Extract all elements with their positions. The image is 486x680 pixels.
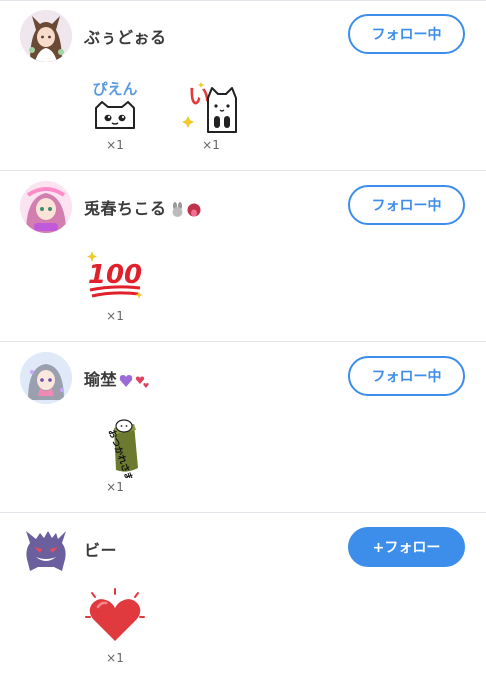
hundred-points-stamp-icon: 100 [87, 251, 143, 299]
stamp-item: ×1 [84, 587, 150, 665]
username[interactable]: 兎春ちこる [84, 195, 203, 219]
stamp-item: い ×1 [180, 74, 246, 152]
stamp-item: おつかれさま ×1 [84, 416, 150, 494]
stamp-text: ぴえん [92, 80, 137, 98]
cat-pien-stamp-icon: ぴえん [92, 80, 138, 129]
stamp-count: ×1 [106, 138, 124, 152]
stamp-count: ×1 [202, 138, 220, 152]
user-avatar[interactable] [20, 10, 72, 62]
username[interactable]: 瑜埜 [84, 366, 151, 390]
username-text: ぶぅどぉる [84, 28, 167, 47]
purple-heart-emoji-icon [119, 374, 149, 388]
username-text: ビー [84, 541, 118, 560]
stamp-item: 100 ×1 [84, 245, 150, 323]
user-avatar[interactable] [20, 181, 72, 233]
username[interactable]: ビー [84, 537, 117, 561]
cat-i-stamp-icon: い [182, 82, 237, 133]
user-avatar[interactable] [20, 352, 72, 404]
user-row: 瑜埜 フォロー中 おつかれさま ×1 [0, 342, 486, 513]
user-avatar[interactable] [20, 523, 72, 575]
follow-button[interactable]: +フォロー [348, 527, 465, 567]
following-button[interactable]: フォロー中 [348, 185, 465, 225]
stamp-text: い [188, 85, 210, 110]
stamp-count: ×1 [106, 480, 124, 494]
username-text: 瑜埜 [84, 370, 118, 389]
red-heart-stamp-icon [85, 588, 145, 641]
avatar-pink-hair-girl-icon [20, 181, 72, 233]
avatar-girl-brown-hair-icon [20, 10, 72, 62]
stamp-count: ×1 [106, 309, 124, 323]
username-text: 兎春ちこる [84, 199, 167, 218]
stamp-item: ぴえん ×1 [84, 74, 150, 152]
user-row: ビー +フォロー ×1 [0, 513, 486, 680]
gengar-avatar-icon [26, 531, 66, 571]
following-button[interactable]: フォロー中 [348, 356, 465, 396]
rabbit-tongue-emoji-icon [172, 201, 201, 217]
otsukaresama-stamp-icon: おつかれさま [106, 419, 138, 478]
avatar-gray-hair-girl-icon [20, 352, 72, 404]
user-row: ぶぅどぉる フォロー中 ぴえん ×1 い ×1 [0, 0, 486, 171]
user-row: 兎春ちこる フォロー中 100 ×1 [0, 171, 486, 342]
username[interactable]: ぶぅどぉる [84, 24, 167, 48]
following-button[interactable]: フォロー中 [348, 14, 465, 54]
stamp-count: ×1 [106, 651, 124, 665]
